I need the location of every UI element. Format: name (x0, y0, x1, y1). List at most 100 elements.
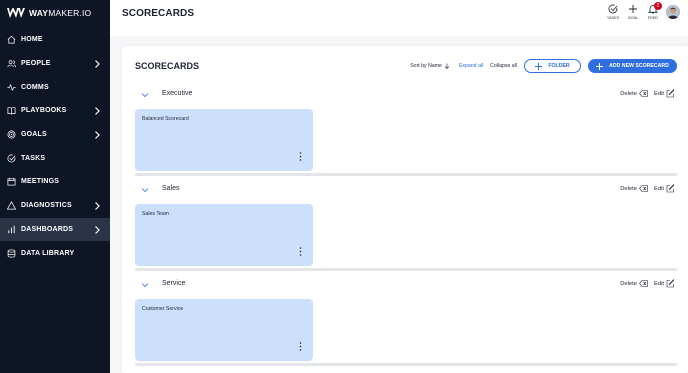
chevron-right-icon (95, 201, 100, 210)
avatar-portrait-icon (666, 5, 680, 19)
add-new-scorecard-button[interactable]: ADD NEW SCORECARD (588, 59, 677, 73)
add-folder-button[interactable]: FOLDER (524, 59, 581, 73)
plus-icon (535, 62, 543, 70)
feed-shortcut-label: FEED (647, 16, 659, 20)
delete-folder-button[interactable]: Delete (620, 280, 648, 287)
panel-title: SCORECARDS (135, 61, 200, 71)
sidebar-item-dashboards[interactable]: DASHBOARDS (0, 217, 110, 242)
sidebar-item-playbooks[interactable]: PLAYBOOKS (0, 99, 110, 123)
sidebar: WAYMAKER.IO HOME PEOPLE COMMS PLAYBOOKS … (0, 0, 110, 373)
scorecard-card[interactable]: Sales Team (135, 204, 313, 266)
plus-icon (629, 5, 637, 13)
book-icon (6, 106, 16, 116)
folder-actions: Delete Edit (620, 89, 675, 98)
folder-actions: Delete Edit (620, 184, 675, 193)
edit-label: Edit (654, 185, 664, 192)
notification-badge: 2 (654, 2, 662, 10)
sidebar-item-meetings[interactable]: MEETINGS (0, 170, 110, 194)
sidebar-nav: HOME PEOPLE COMMS PLAYBOOKS GOALS TASKS … (0, 28, 110, 265)
tasks-shortcut-button[interactable]: TASKS (604, 4, 622, 20)
edit-icon (666, 184, 675, 193)
add-new-scorecard-label: ADD NEW SCORECARD (609, 63, 669, 69)
chevron-down-icon[interactable] (141, 187, 149, 193)
folder-divider (135, 363, 677, 366)
backspace-icon (639, 280, 648, 287)
sidebar-item-people[interactable]: PEOPLE (0, 52, 110, 76)
sidebar-item-home[interactable]: HOME (0, 28, 110, 52)
plus-icon (596, 62, 604, 70)
scorecards-panel: SCORECARDS Sort by Name Expand all Colla… (122, 46, 688, 373)
chevron-right-icon (95, 59, 100, 68)
sidebar-item-goals[interactable]: GOALS (0, 123, 110, 147)
more-vertical-icon[interactable] (299, 152, 302, 161)
sidebar-item-label: HOME (21, 36, 43, 44)
triangle-icon (6, 201, 16, 211)
sidebar-item-label: GOALS (21, 131, 47, 139)
goal-shortcut-button[interactable]: GOAL (624, 4, 642, 20)
arrow-down-icon (444, 63, 450, 69)
chevron-down-icon[interactable] (141, 92, 149, 98)
goal-shortcut-label: GOAL (627, 16, 639, 20)
edit-folder-button[interactable]: Edit (654, 184, 675, 193)
delete-label: Delete (620, 90, 637, 97)
check-circle-icon (6, 153, 16, 163)
more-vertical-icon[interactable] (299, 342, 302, 351)
edit-icon (666, 89, 675, 98)
scorecard-title: Customer Service (142, 306, 184, 312)
folder-actions: Delete Edit (620, 279, 675, 288)
edit-folder-button[interactable]: Edit (654, 279, 675, 288)
delete-label: Delete (620, 185, 637, 192)
sidebar-item-label: TASKS (21, 154, 46, 162)
people-icon (6, 59, 16, 69)
sidebar-item-label: MEETINGS (21, 178, 60, 186)
edit-label: Edit (654, 280, 664, 287)
home-icon (6, 35, 16, 45)
chevron-right-icon (95, 225, 100, 234)
folder-header: Service Delete Edit (122, 278, 688, 292)
task-check-icon (608, 4, 618, 14)
delete-folder-button[interactable]: Delete (620, 185, 648, 192)
calendar-icon (6, 177, 16, 187)
sidebar-item-data-library[interactable]: DATA LIBRARY (0, 241, 110, 265)
feed-shortcut-button[interactable]: FEED 2 (644, 2, 662, 20)
scorecard-card[interactable]: Customer Service (135, 299, 313, 361)
sort-dropdown[interactable]: Sort by Name (410, 63, 450, 69)
comms-icon (6, 82, 16, 92)
logo-text: WAYMAKER.IO (29, 8, 92, 18)
folder-name: Service (162, 280, 186, 287)
sidebar-item-label: DATA LIBRARY (21, 249, 75, 257)
backspace-icon (639, 90, 648, 97)
delete-folder-button[interactable]: Delete (620, 90, 648, 97)
collapse-all-link[interactable]: Collapse all (490, 63, 517, 69)
scorecard-card[interactable]: Balanced Scorecard (135, 109, 313, 171)
bar-chart-icon (6, 224, 16, 234)
logo-icon (7, 8, 25, 18)
database-icon (6, 248, 16, 258)
folder-header: Executive Delete Edit (122, 88, 688, 102)
user-avatar[interactable] (666, 5, 680, 19)
sidebar-item-label: PEOPLE (21, 60, 51, 68)
sidebar-item-label: DASHBOARDS (21, 225, 74, 233)
sidebar-item-tasks[interactable]: TASKS (0, 146, 110, 170)
sidebar-item-label: PLAYBOOKS (21, 107, 67, 115)
top-bar: SCORECARDS TASKS GOAL FEED 2 (110, 0, 688, 36)
toolbar: Sort by Name Expand all Collapse all FOL… (410, 59, 677, 73)
tasks-shortcut-label: TASKS (606, 16, 620, 20)
waymaker-logo[interactable]: WAYMAKER.IO (7, 6, 91, 20)
sidebar-item-comms[interactable]: COMMS (0, 75, 110, 99)
page-title: SCORECARDS (122, 8, 195, 19)
target-icon (6, 130, 16, 140)
folder-name: Sales (162, 185, 180, 192)
sidebar-item-diagnostics[interactable]: DIAGNOSTICS (0, 194, 110, 218)
sidebar-item-label: COMMS (21, 83, 49, 91)
edit-label: Edit (654, 90, 664, 97)
expand-all-link[interactable]: Expand all (459, 63, 483, 69)
more-vertical-icon[interactable] (299, 247, 302, 256)
sort-label: Sort by Name (410, 63, 442, 69)
edit-folder-button[interactable]: Edit (654, 89, 675, 98)
chevron-right-icon (95, 107, 100, 115)
delete-label: Delete (620, 280, 637, 287)
chevron-down-icon[interactable] (141, 282, 149, 288)
edit-icon (666, 279, 675, 288)
sidebar-item-label: DIAGNOSTICS (21, 202, 72, 210)
